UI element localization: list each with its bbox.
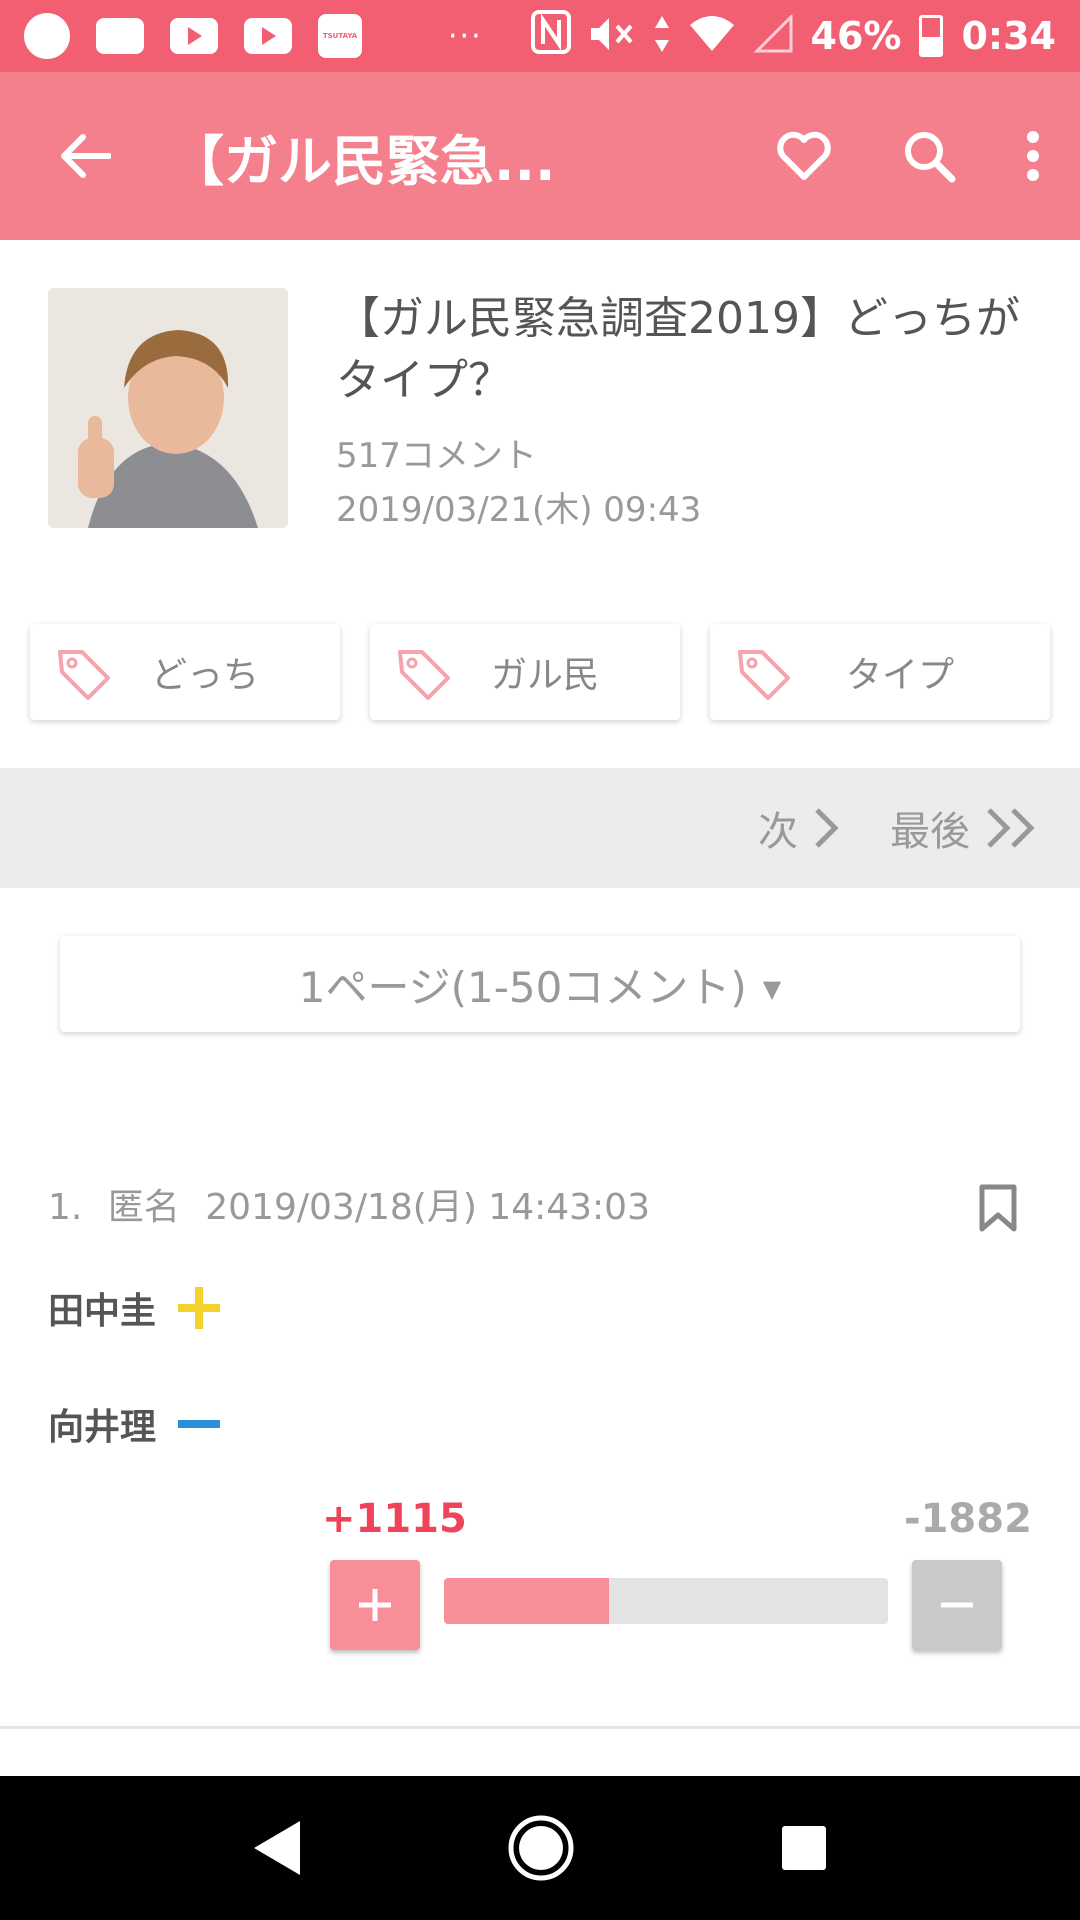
comment-line-text: 向井理 (48, 1407, 157, 1448)
more-notifications-icon: ··· (448, 18, 483, 54)
heart-icon (777, 131, 831, 180)
status-bar: TSUTAYA ··· 46% 0:34 (0, 0, 1080, 72)
signal-icon (752, 13, 793, 57)
next-page-button[interactable]: 次 (758, 799, 840, 857)
person-thumbs-up-image (48, 288, 288, 528)
tag-icon (738, 650, 790, 700)
plus-vote-count: +1115 (322, 1496, 467, 1542)
tag-type[interactable]: タイプ (710, 624, 1050, 720)
comment-count: 517コメント (336, 436, 537, 476)
page-select-dropdown[interactable]: 1ページ(1-50コメント) ▼ (60, 936, 1020, 1032)
youtube-icon (244, 18, 292, 54)
tag-icon (58, 650, 110, 700)
nav-home-button[interactable] (507, 1814, 575, 1882)
tsutaya-icon: TSUTAYA (318, 14, 362, 58)
nav-back-button[interactable] (252, 1819, 302, 1877)
page-select-label: 1ページ(1-50コメント) (298, 962, 747, 1012)
back-arrow-icon (61, 134, 111, 178)
next-label: 次 (758, 809, 798, 855)
vote-ratio-fill (444, 1578, 610, 1624)
divider (0, 1726, 1080, 1729)
nav-recents-button[interactable] (780, 1824, 828, 1872)
search-icon (905, 132, 956, 183)
minus-vote-button[interactable] (912, 1560, 1002, 1650)
comment-author: 匿名 (107, 1187, 180, 1228)
battery-percent: 46% (810, 14, 902, 58)
comment-line-2: 向井理 (48, 1398, 221, 1450)
minus-sign-icon (178, 1420, 221, 1428)
caret-down-icon: ▼ (762, 975, 782, 1003)
comment-meta: 1. 匿名 2019/03/18(月) 14:43:03 (48, 1178, 664, 1230)
nfc-icon (530, 9, 571, 63)
mute-icon (589, 14, 635, 58)
bookmark-icon (979, 1184, 1017, 1232)
more-options-button[interactable] (1026, 131, 1040, 181)
app-notification-icon (96, 18, 144, 54)
plus-icon (359, 1589, 391, 1621)
home-circle-icon (508, 1815, 574, 1881)
tag-list: どっち ガル民 タイプ (30, 624, 1050, 720)
last-page-button[interactable]: 最後 (890, 799, 1038, 857)
data-transfer-icon (653, 14, 671, 58)
comment-line-text: 田中圭 (48, 1291, 157, 1332)
topic-thumbnail[interactable] (48, 288, 288, 528)
square-recents-icon (781, 1826, 826, 1870)
notification-circle-icon (24, 13, 70, 59)
last-label: 最後 (890, 809, 970, 855)
double-chevron-right-icon (987, 808, 1035, 848)
tag-garumin[interactable]: ガル民 (370, 624, 680, 720)
comment-datetime: 2019/03/18(月) 14:43:03 (205, 1187, 650, 1228)
wifi-icon (689, 15, 735, 57)
clock: 0:34 (961, 14, 1056, 58)
tag-icon (398, 650, 450, 700)
youtube-icon (170, 18, 218, 54)
back-button[interactable] (0, 133, 170, 179)
search-button[interactable] (902, 129, 956, 183)
comment-line-1: 田中圭 (48, 1282, 221, 1334)
favorite-button[interactable] (776, 131, 832, 181)
system-nav-bar (0, 1776, 1080, 1920)
app-bar: 【ガル民緊急... (0, 72, 1080, 240)
topic-date: 2019/03/21(木) 09:43 (336, 490, 702, 530)
minus-icon (941, 1602, 973, 1608)
plus-sign-icon (178, 1287, 221, 1329)
bookmark-button[interactable] (978, 1184, 1018, 1236)
pager-bar: 次 最後 (0, 768, 1080, 888)
vote-ratio-bar (444, 1578, 888, 1624)
plus-vote-button[interactable] (330, 1560, 420, 1650)
more-vert-icon (1027, 131, 1039, 181)
comment-number: 1. (48, 1187, 83, 1228)
tag-docchi[interactable]: どっち (30, 624, 340, 720)
topic-title: 【ガル民緊急調査2019】どっちがタイプ？ (336, 293, 1020, 406)
chevron-right-icon (815, 808, 839, 848)
minus-vote-count: -1882 (904, 1496, 1032, 1542)
app-title: 【ガル民緊急... (170, 129, 556, 193)
triangle-back-icon (254, 1821, 301, 1875)
battery-icon (919, 15, 944, 57)
